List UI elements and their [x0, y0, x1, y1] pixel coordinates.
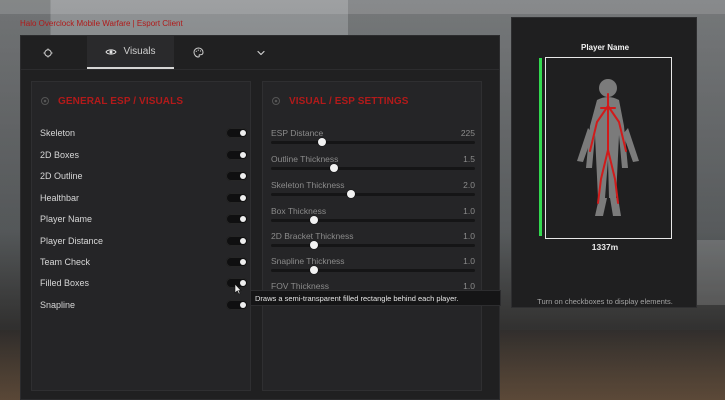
slider-2d-bracket-thickness-label: 2D Bracket Thickness — [271, 231, 354, 241]
slider-2d-bracket-thickness-header: 2D Bracket Thickness 1.0 — [271, 231, 475, 241]
slider-2d-bracket-thickness-thumb[interactable] — [310, 241, 318, 249]
slider-2d-bracket-thickness[interactable]: 2D Bracket Thickness 1.0 — [271, 231, 481, 255]
slider-skeleton-thickness-track[interactable] — [271, 193, 475, 196]
slider-esp-distance[interactable]: ESP Distance 225 — [271, 128, 481, 152]
slider-outline-thickness-track[interactable] — [271, 167, 475, 170]
main-window: Visuals GENERAL ESP / VISUALS Skeleton 2… — [20, 35, 500, 400]
slider-box-thickness-track[interactable] — [271, 219, 475, 222]
slider-snapline-thickness-track[interactable] — [271, 269, 475, 272]
slider-outline-thickness-label: Outline Thickness — [271, 154, 339, 164]
slider-skeleton-thickness-label: Skeleton Thickness — [271, 180, 345, 190]
slider-snapline-thickness-value: 1.0 — [463, 256, 475, 266]
background-top-panel — [0, 0, 725, 14]
toggle-2d-boxes[interactable]: 2D Boxes — [40, 148, 248, 162]
player-preview-panel: Player Name 1337m Turn on checkboxes to … — [511, 17, 697, 308]
toggle-team-check-switch[interactable] — [226, 257, 248, 267]
slider-skeleton-thickness-value: 2.0 — [463, 180, 475, 190]
slider-snapline-thickness[interactable]: Snapline Thickness 1.0 — [271, 256, 481, 280]
slider-skeleton-thickness[interactable]: Skeleton Thickness 2.0 — [271, 180, 481, 204]
gear-icon — [271, 96, 281, 106]
toggle-snapline-switch[interactable] — [226, 300, 248, 310]
slider-box-thickness-header: Box Thickness 1.0 — [271, 206, 475, 216]
tab-home[interactable] — [25, 36, 71, 69]
health-bar-preview — [539, 58, 542, 236]
toggle-snapline-label: Snapline — [40, 300, 76, 310]
chevron-down-icon — [256, 48, 266, 58]
toggle-skeleton-switch[interactable] — [226, 128, 248, 138]
toggle-healthbar-switch[interactable] — [226, 193, 248, 203]
toggle-player-distance[interactable]: Player Distance — [40, 234, 248, 248]
visual-esp-settings-title-text: VISUAL / ESP SETTINGS — [289, 95, 409, 107]
slider-2d-bracket-thickness-value: 1.0 — [463, 231, 475, 241]
slider-box-thickness-thumb[interactable] — [310, 216, 318, 224]
slider-skeleton-thickness-header: Skeleton Thickness 2.0 — [271, 180, 475, 190]
toggle-healthbar[interactable]: Healthbar — [40, 191, 248, 205]
slider-esp-distance-header: ESP Distance 225 — [271, 128, 475, 138]
tab-palette[interactable] — [176, 36, 220, 69]
slider-skeleton-thickness-thumb[interactable] — [347, 190, 355, 198]
toggle-2d-outline[interactable]: 2D Outline — [40, 169, 248, 183]
slider-esp-distance-thumb[interactable] — [318, 138, 326, 146]
toggle-filled-boxes-label: Filled Boxes — [40, 278, 90, 288]
preview-hint: Turn on checkboxes to display elements. — [537, 297, 673, 306]
slider-box-thickness-label: Box Thickness — [271, 206, 327, 216]
slider-esp-distance-value: 225 — [460, 128, 475, 138]
toggle-player-distance-label: Player Distance — [40, 236, 104, 246]
toggle-player-distance-switch[interactable] — [226, 236, 248, 246]
slider-outline-thickness-value: 1.5 — [463, 154, 475, 164]
toggle-skeleton-label: Skeleton — [40, 128, 76, 138]
slider-snapline-thickness-thumb[interactable] — [310, 266, 318, 274]
tab-visuals[interactable]: Visuals — [87, 36, 174, 69]
slider-box-thickness-value: 1.0 — [463, 206, 475, 216]
general-esp-title-text: GENERAL ESP / VISUALS — [58, 95, 184, 107]
palette-icon — [192, 47, 204, 58]
toggle-2d-boxes-switch[interactable] — [226, 150, 248, 160]
slider-esp-distance-label: ESP Distance — [271, 128, 324, 138]
toggle-snapline[interactable]: Snapline — [40, 298, 248, 312]
crosshair-icon — [43, 48, 53, 58]
toggle-player-name-switch[interactable] — [226, 214, 248, 224]
gear-icon — [40, 96, 50, 106]
slider-outline-thickness-thumb[interactable] — [330, 164, 338, 172]
slider-2d-bracket-thickness-track[interactable] — [271, 244, 475, 247]
preview-player-name: Player Name — [580, 43, 630, 52]
slider-snapline-thickness-label: Snapline Thickness — [271, 256, 345, 266]
slider-snapline-thickness-header: Snapline Thickness 1.0 — [271, 256, 475, 266]
mouse-cursor-icon — [234, 283, 242, 295]
filled-boxes-tooltip: Draws a semi-transparent filled rectangl… — [250, 290, 501, 306]
general-esp-title: GENERAL ESP / VISUALS — [40, 94, 183, 108]
toggle-skeleton[interactable]: Skeleton — [40, 126, 248, 140]
slider-esp-distance-track[interactable] — [271, 141, 475, 144]
preview-distance: 1337m — [591, 242, 619, 252]
visual-esp-settings-card: VISUAL / ESP SETTINGS ESP Distance 225 O… — [262, 81, 482, 391]
toggle-filled-boxes[interactable]: Filled Boxes — [40, 276, 248, 290]
slider-outline-thickness-header: Outline Thickness 1.5 — [271, 154, 475, 164]
slider-box-thickness[interactable]: Box Thickness 1.0 — [271, 206, 481, 230]
window-header: Halo Overclock Mobile Warfare | Esport C… — [20, 19, 183, 28]
slider-outline-thickness[interactable]: Outline Thickness 1.5 — [271, 154, 481, 178]
tab-more[interactable] — [241, 36, 281, 69]
tab-visuals-label: Visuals — [123, 46, 156, 57]
toggle-team-check[interactable]: Team Check — [40, 255, 248, 269]
player-silhouette — [577, 79, 639, 216]
toggle-2d-outline-label: 2D Outline — [40, 171, 83, 181]
filled-boxes-tooltip-text: Draws a semi-transparent filled rectangl… — [255, 293, 459, 303]
toggle-2d-boxes-label: 2D Boxes — [40, 150, 80, 160]
general-esp-card: GENERAL ESP / VISUALS Skeleton 2D Boxes … — [31, 81, 251, 391]
toggle-2d-outline-switch[interactable] — [226, 171, 248, 181]
toggle-player-name[interactable]: Player Name — [40, 212, 248, 226]
eye-icon — [105, 48, 118, 56]
top-tabs: Visuals — [21, 36, 499, 70]
visual-esp-settings-title: VISUAL / ESP SETTINGS — [271, 94, 409, 108]
toggle-team-check-label: Team Check — [40, 257, 91, 267]
toggle-healthbar-label: Healthbar — [40, 193, 80, 203]
toggle-player-name-label: Player Name — [40, 214, 93, 224]
esp-preview-box — [545, 57, 672, 239]
